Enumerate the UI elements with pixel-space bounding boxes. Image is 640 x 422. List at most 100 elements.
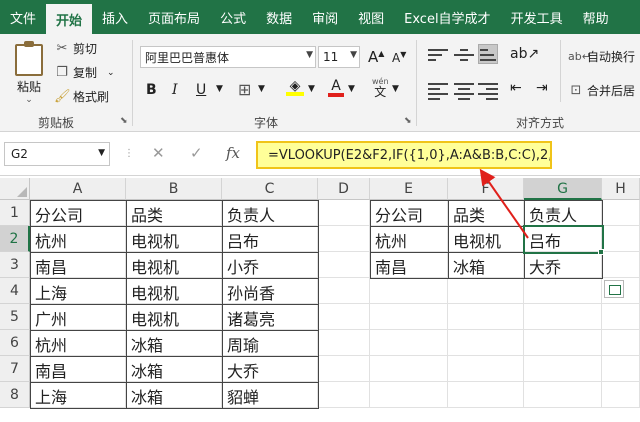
cell-d3[interactable] <box>318 252 370 278</box>
align-middle-icon[interactable] <box>454 46 474 66</box>
row-header-4[interactable]: 4 <box>0 278 30 304</box>
chevron-down-icon[interactable]: ▼ <box>392 84 399 94</box>
cell-a6-value[interactable]: 杭州 <box>30 330 127 357</box>
paste-button[interactable]: 粘贴 ⌄ <box>8 41 50 105</box>
cell-g4[interactable] <box>524 278 602 304</box>
cell-f3-value[interactable]: 冰箱 <box>448 252 525 279</box>
grow-font-button[interactable]: A▲ <box>368 48 384 66</box>
cell-d5[interactable] <box>318 304 370 330</box>
cell-g5[interactable] <box>524 304 602 330</box>
cell-h7[interactable] <box>602 356 640 382</box>
cell-b8-value[interactable]: 冰箱 <box>126 382 223 409</box>
italic-button[interactable]: I <box>172 82 178 98</box>
tab-6[interactable]: 审阅 <box>302 0 348 34</box>
tab-1[interactable]: 开始 <box>46 4 93 34</box>
column-header-c[interactable]: C <box>222 178 318 200</box>
cell-b5-value[interactable]: 电视机 <box>126 304 223 331</box>
insert-function-icon[interactable]: fx <box>226 144 240 162</box>
row-header-2[interactable]: 2 <box>0 226 30 252</box>
cell-f5[interactable] <box>448 304 524 330</box>
cell-h8[interactable] <box>602 382 640 408</box>
cell-g7[interactable] <box>524 356 602 382</box>
cell-c8-value[interactable]: 貂蝉 <box>222 382 319 409</box>
cell-h6[interactable] <box>602 330 640 356</box>
row-header-1[interactable]: 1 <box>0 200 30 226</box>
wrap-text-button[interactable]: ab↵ 自动换行 <box>568 48 635 65</box>
column-header-h[interactable]: H <box>602 178 640 200</box>
cell-a8-value[interactable]: 上海 <box>30 382 127 409</box>
cell-f6[interactable] <box>448 330 524 356</box>
column-header-d[interactable]: D <box>318 178 370 200</box>
cell-d6[interactable] <box>318 330 370 356</box>
chevron-down-icon[interactable]: ▼ <box>306 50 313 60</box>
cell-c1-value[interactable]: 负责人 <box>222 200 319 227</box>
cell-c4-value[interactable]: 孙尚香 <box>222 278 319 305</box>
cell-g1-value[interactable]: 负责人 <box>524 200 603 227</box>
align-left-icon[interactable] <box>428 80 448 100</box>
align-right-icon[interactable] <box>478 80 498 100</box>
enter-icon[interactable]: ✓ <box>190 144 203 162</box>
cell-h1[interactable] <box>602 200 640 226</box>
select-all-button[interactable] <box>0 178 30 200</box>
cancel-icon[interactable]: ✕ <box>152 144 165 162</box>
cell-d4[interactable] <box>318 278 370 304</box>
cell-f1-value[interactable]: 品类 <box>448 200 525 227</box>
cell-e2-value[interactable]: 杭州 <box>370 226 449 253</box>
cell-c2-value[interactable]: 吕布 <box>222 226 319 253</box>
cell-a1-value[interactable]: 分公司 <box>30 200 127 227</box>
column-header-f[interactable]: F <box>448 178 524 200</box>
cut-button[interactable]: ✂ 剪切 <box>54 40 97 57</box>
fill-handle[interactable] <box>598 249 604 255</box>
column-header-a[interactable]: A <box>30 178 126 200</box>
row-header-7[interactable]: 7 <box>0 356 30 382</box>
row-header-6[interactable]: 6 <box>0 330 30 356</box>
cell-c3-value[interactable]: 小乔 <box>222 252 319 279</box>
chevron-down-icon[interactable]: ▼ <box>216 84 223 94</box>
tab-5[interactable]: 数据 <box>256 0 302 34</box>
underline-button[interactable]: U <box>196 82 206 98</box>
merge-center-button[interactable]: ⊡ 合并后居 <box>568 82 635 99</box>
cell-b1-value[interactable]: 品类 <box>126 200 223 227</box>
cell-h3[interactable] <box>602 252 640 278</box>
font-size-combo[interactable]: 11 ▼ <box>318 46 360 68</box>
cell-d1[interactable] <box>318 200 370 226</box>
format-painter-button[interactable]: 🖌 格式刷 <box>54 88 109 105</box>
cell-f7[interactable] <box>448 356 524 382</box>
cell-c5-value[interactable]: 诸葛亮 <box>222 304 319 331</box>
align-center-icon[interactable] <box>454 80 474 100</box>
border-icon[interactable]: ⊞ <box>238 80 251 99</box>
cell-e8[interactable] <box>370 382 448 408</box>
cell-e4[interactable] <box>370 278 448 304</box>
tab-8[interactable]: Excel自学成才 <box>394 0 500 34</box>
fill-color-button[interactable]: ◈ <box>286 78 304 96</box>
align-bottom-icon[interactable] <box>478 44 498 64</box>
chevron-down-icon[interactable]: ⌄ <box>8 95 50 105</box>
cell-a7-value[interactable]: 南昌 <box>30 356 127 383</box>
cell-d8[interactable] <box>318 382 370 408</box>
cell-h2[interactable] <box>602 226 640 252</box>
tab-10[interactable]: 帮助 <box>573 0 619 34</box>
chevron-down-icon[interactable]: ▼ <box>350 50 357 60</box>
cell-e5[interactable] <box>370 304 448 330</box>
drag-handle-icon[interactable]: ⋮ <box>124 148 134 159</box>
chevron-down-icon[interactable]: ▼ <box>348 84 355 94</box>
tab-3[interactable]: 页面布局 <box>138 0 210 34</box>
cell-b3-value[interactable]: 电视机 <box>126 252 223 279</box>
cell-b6-value[interactable]: 冰箱 <box>126 330 223 357</box>
column-header-e[interactable]: E <box>370 178 448 200</box>
chevron-down-icon[interactable]: ▼ <box>308 84 315 94</box>
cell-a2-value[interactable]: 杭州 <box>30 226 127 253</box>
chevron-down-icon[interactable]: ▼ <box>258 84 265 94</box>
cell-f2-value[interactable]: 电视机 <box>448 226 525 253</box>
cell-g6[interactable] <box>524 330 602 356</box>
orientation-icon[interactable]: ab↗ <box>510 46 539 62</box>
cell-g3-value[interactable]: 大乔 <box>524 252 603 279</box>
cell-g8[interactable] <box>524 382 602 408</box>
font-color-button[interactable]: A <box>328 78 344 97</box>
cell-g2-value[interactable]: 吕布 <box>523 225 604 254</box>
cell-c7-value[interactable]: 大乔 <box>222 356 319 383</box>
column-header-g[interactable]: G <box>524 178 602 200</box>
shrink-font-button[interactable]: A▼ <box>392 50 406 65</box>
cell-d2[interactable] <box>318 226 370 252</box>
font-name-combo[interactable]: 阿里巴巴普惠体 ▼ <box>140 46 316 68</box>
